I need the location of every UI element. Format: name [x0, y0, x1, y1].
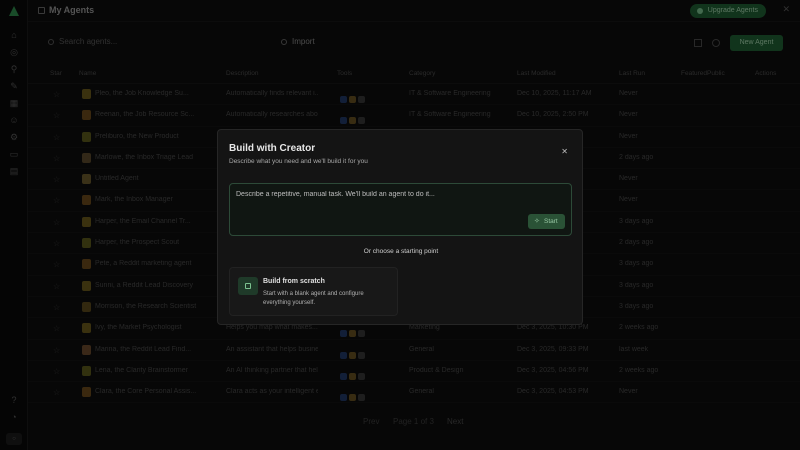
sparkle-icon: ✧	[534, 218, 540, 225]
close-icon[interactable]: ✕	[561, 148, 568, 156]
start-button[interactable]: ✧ Start	[528, 214, 565, 229]
build-from-scratch-card[interactable]: Build from scratch Start with a blank ag…	[229, 267, 398, 316]
card-description: Start with a blank agent and configure e…	[263, 291, 364, 306]
dialog-subtitle: Describe what you need and we'll build i…	[229, 158, 368, 165]
task-description-input[interactable]	[236, 191, 526, 198]
dialog-title: Build with Creator	[229, 143, 316, 154]
build-with-creator-dialog: Build with Creator Describe what you nee…	[217, 129, 583, 325]
blank-document-icon	[238, 277, 258, 295]
card-title: Build from scratch	[263, 278, 325, 285]
starting-point-label: Or choose a starting point	[363, 248, 439, 255]
start-label: Start	[544, 218, 558, 225]
app-root: ⌂ ◎ ⚲ ✎ ▦ ☺ ⚙ ▭ ▤ ? ◔ ○ My Agents Upgrad…	[0, 0, 800, 450]
prompt-box[interactable]: ✧ Start	[229, 183, 572, 236]
